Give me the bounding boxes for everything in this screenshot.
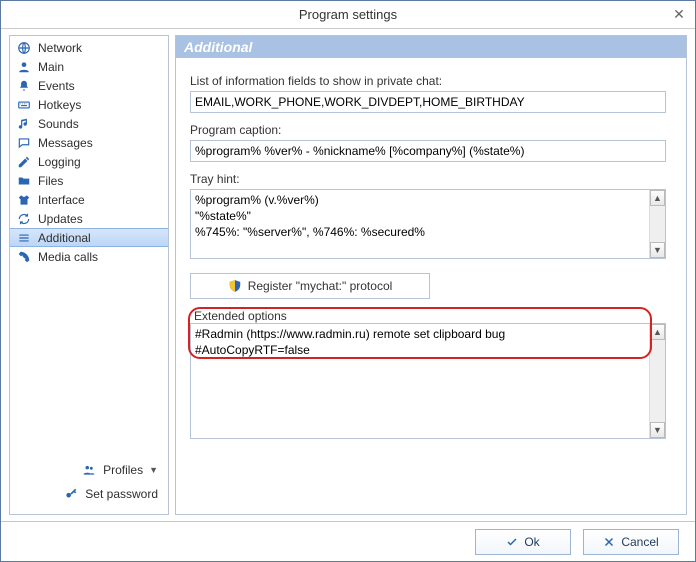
lines-icon xyxy=(16,231,32,245)
caption-label: Program caption: xyxy=(190,123,676,137)
sidebar-item-label: Media calls xyxy=(38,250,98,264)
set-password-button[interactable]: Set password xyxy=(10,482,168,506)
music-note-icon xyxy=(16,117,32,131)
sidebar-item-label: Updates xyxy=(38,212,83,226)
shirt-icon xyxy=(16,193,32,207)
dropdown-icon: ▼ xyxy=(149,465,158,475)
refresh-icon xyxy=(16,212,32,226)
scroll-down-icon[interactable]: ▼ xyxy=(650,242,665,258)
sidebar-item-label: Files xyxy=(38,174,63,188)
panel-title: Additional xyxy=(176,36,686,58)
sidebar-item-label: Events xyxy=(38,79,75,93)
folder-icon xyxy=(16,174,32,188)
sidebar-item-main[interactable]: Main xyxy=(10,57,168,76)
scrollbar[interactable]: ▲ ▼ xyxy=(649,190,665,258)
sidebar-item-label: Logging xyxy=(38,155,81,169)
window-title: Program settings xyxy=(299,7,397,22)
sidebar-item-sounds[interactable]: Sounds xyxy=(10,114,168,133)
set-password-label: Set password xyxy=(85,487,158,501)
sidebar-item-label: Messages xyxy=(38,136,93,150)
check-icon xyxy=(506,536,518,548)
caption-input[interactable] xyxy=(190,140,666,162)
x-icon xyxy=(603,536,615,548)
sidebar-item-files[interactable]: Files xyxy=(10,171,168,190)
sidebar-item-label: Interface xyxy=(38,193,85,207)
extended-options-label: Extended options xyxy=(194,309,676,323)
sidebar: Network Main Events Hotkeys Sounds Messa… xyxy=(9,35,169,515)
bell-icon xyxy=(16,79,32,93)
keyboard-icon xyxy=(16,98,32,112)
sidebar-item-additional[interactable]: Additional xyxy=(10,228,168,247)
sidebar-item-label: Network xyxy=(38,41,82,55)
extended-options-input[interactable] xyxy=(191,324,649,438)
fields-label: List of information fields to show in pr… xyxy=(190,74,676,88)
scroll-up-icon[interactable]: ▲ xyxy=(650,190,665,206)
nav-list: Network Main Events Hotkeys Sounds Messa… xyxy=(10,36,168,268)
sidebar-item-logging[interactable]: Logging xyxy=(10,152,168,171)
pencil-icon xyxy=(16,155,32,169)
cancel-label: Cancel xyxy=(621,535,658,549)
sidebar-item-network[interactable]: Network xyxy=(10,38,168,57)
ok-label: Ok xyxy=(524,535,539,549)
sidebar-item-updates[interactable]: Updates xyxy=(10,209,168,228)
fields-input[interactable] xyxy=(190,91,666,113)
profiles-label: Profiles xyxy=(103,463,143,477)
person-icon xyxy=(16,60,32,74)
cancel-button[interactable]: Cancel xyxy=(583,529,679,555)
register-protocol-button[interactable]: Register "mychat:" protocol xyxy=(190,273,430,299)
main-panel: Additional List of information fields to… xyxy=(175,35,687,515)
scroll-down-icon[interactable]: ▼ xyxy=(650,422,665,438)
phone-icon xyxy=(16,250,32,264)
scroll-up-icon[interactable]: ▲ xyxy=(650,324,665,340)
sidebar-item-media-calls[interactable]: Media calls xyxy=(10,247,168,266)
people-icon xyxy=(81,463,97,477)
chat-icon xyxy=(16,136,32,150)
sidebar-item-interface[interactable]: Interface xyxy=(10,190,168,209)
scrollbar[interactable]: ▲ ▼ xyxy=(649,324,665,438)
ok-button[interactable]: Ok xyxy=(475,529,571,555)
profiles-button[interactable]: Profiles ▼ xyxy=(10,458,168,482)
uac-shield-icon xyxy=(228,279,242,293)
sidebar-item-label: Hotkeys xyxy=(38,98,81,112)
tray-input[interactable] xyxy=(191,190,649,258)
sidebar-item-label: Additional xyxy=(38,231,91,245)
sidebar-item-events[interactable]: Events xyxy=(10,76,168,95)
key-icon xyxy=(63,487,79,501)
tray-label: Tray hint: xyxy=(190,172,676,186)
globe-icon xyxy=(16,41,32,55)
close-button[interactable]: ✕ xyxy=(669,5,689,23)
register-protocol-label: Register "mychat:" protocol xyxy=(248,279,393,293)
sidebar-item-hotkeys[interactable]: Hotkeys xyxy=(10,95,168,114)
sidebar-item-label: Sounds xyxy=(38,117,79,131)
sidebar-item-messages[interactable]: Messages xyxy=(10,133,168,152)
sidebar-item-label: Main xyxy=(38,60,64,74)
